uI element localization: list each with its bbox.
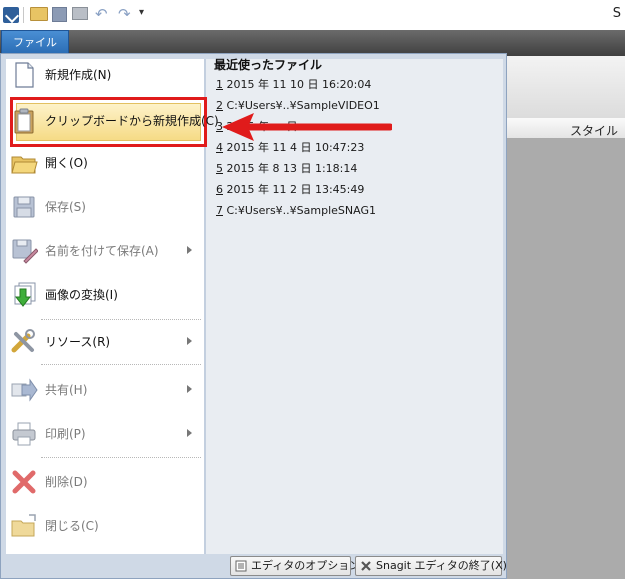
recent-file-item[interactable]: 7 C:¥Users¥..¥SampleSNAG1: [216, 202, 376, 220]
exit-editor-button[interactable]: Snagit エディタの終了(X): [355, 556, 507, 576]
save-as-icon: [12, 239, 38, 264]
share-arrow-icon: [11, 378, 38, 402]
style-column-header[interactable]: スタイル: [570, 122, 618, 139]
menu-item-open[interactable]: 開く(O): [6, 143, 196, 183]
menu-separator: [41, 364, 201, 365]
recent-file-item[interactable]: 5 2015 年 8 13 日 1:18:14: [216, 160, 357, 178]
menu-item-new-from-clipboard[interactable]: クリップボードから新規作成(C): [6, 101, 219, 141]
menu-item-save-as[interactable]: 名前を付けて保存(A): [6, 231, 196, 271]
menu-item-close[interactable]: 閉じる(C): [6, 506, 196, 546]
redo-icon[interactable]: ↷: [118, 7, 133, 22]
submenu-arrow-icon: [187, 429, 192, 437]
save-icon: [13, 196, 35, 218]
menu-item-label: 削除(D): [45, 475, 88, 489]
menu-item-label: 新規作成(N): [45, 68, 112, 82]
recent-file-item[interactable]: 6 2015 年 11 2 日 13:45:49: [216, 181, 364, 199]
new-document-icon: [15, 62, 34, 88]
editor-options-button[interactable]: エディタのオプション...: [230, 556, 371, 576]
recent-files-title: 最近使ったファイル: [214, 58, 323, 72]
menu-item-convert-image[interactable]: 画像の変換(I): [6, 275, 196, 315]
customize-toolbar-dropdown[interactable]: ▾: [139, 7, 144, 18]
menu-separator: [41, 457, 201, 458]
menu-item-label: 画像の変換(I): [45, 288, 118, 302]
menu-item-label: 名前を付けて保存(A): [45, 244, 159, 258]
recent-file-item[interactable]: 1 2015 年 11 10 日 16:20:04: [216, 76, 371, 94]
menu-item-delete[interactable]: 削除(D): [6, 462, 196, 502]
submenu-arrow-icon: [187, 385, 192, 393]
tab-file[interactable]: ファイル: [1, 30, 69, 54]
print-icon[interactable]: [72, 7, 88, 20]
menu-item-label: 開く(O): [45, 156, 88, 170]
submenu-arrow-icon: [187, 337, 192, 345]
printer-icon: [12, 422, 36, 446]
delete-x-icon: [12, 470, 36, 494]
menu-separator: [41, 319, 201, 320]
close-folder-icon: [11, 514, 36, 537]
folder-open-icon: [11, 156, 38, 174]
convert-image-icon: [14, 282, 36, 307]
snagit-app-icon[interactable]: [3, 7, 19, 23]
annotation-arrow-icon: [222, 113, 392, 141]
menu-item-save[interactable]: 保存(S): [6, 187, 196, 227]
menu-item-label: リソース(R): [45, 335, 111, 349]
open-folder-icon[interactable]: [30, 7, 48, 21]
menu-item-resources[interactable]: リソース(R): [6, 322, 196, 362]
resources-tools-icon: [11, 329, 35, 353]
menu-item-label: 印刷(P): [45, 427, 86, 441]
menu-item-label: 閉じる(C): [45, 519, 99, 533]
clipboard-icon: [14, 108, 34, 134]
window-title-fragment: S: [612, 6, 621, 21]
canvas-area: [506, 139, 625, 579]
submenu-arrow-icon: [187, 246, 192, 254]
undo-icon[interactable]: ↶: [95, 7, 110, 22]
toolbar-divider: [23, 7, 24, 23]
exit-x-icon: [361, 561, 371, 571]
menu-item-new[interactable]: 新規作成(N): [6, 55, 196, 95]
quick-access-toolbar: ↶ ↷ ▾ S: [0, 0, 625, 30]
options-icon: [235, 560, 247, 572]
menu-item-print[interactable]: 印刷(P): [6, 414, 196, 454]
menu-item-label: クリップボードから新規作成(C): [45, 114, 219, 128]
menu-item-label: 保存(S): [45, 200, 86, 214]
menu-item-share[interactable]: 共有(H): [6, 370, 196, 410]
menu-item-label: 共有(H): [45, 383, 88, 397]
ribbon-panel: [506, 56, 625, 119]
save-icon[interactable]: [52, 7, 67, 22]
